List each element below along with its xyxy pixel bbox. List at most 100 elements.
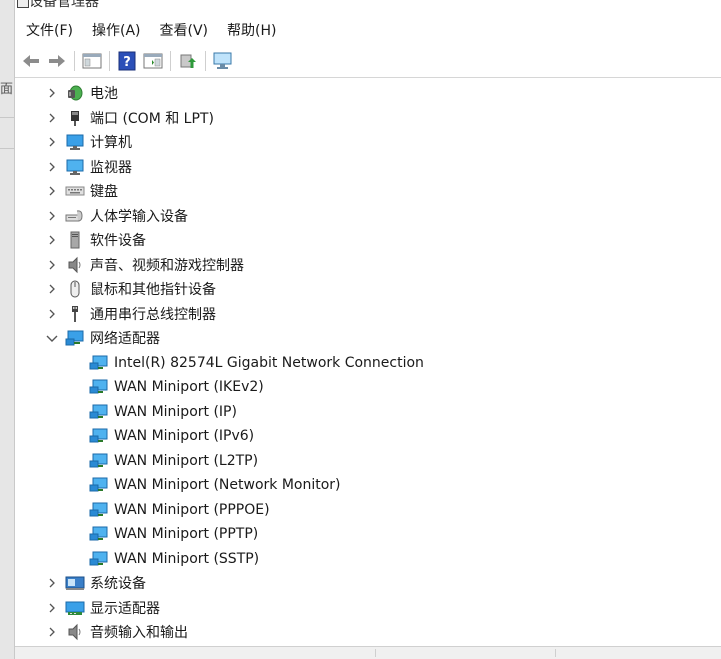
tree-category-label: 系统设备	[90, 576, 146, 593]
window-title: 设备管理器	[29, 0, 99, 10]
chevron-right-icon[interactable]	[45, 184, 59, 198]
menu-bar: 文件(F) 操作(A) 查看(V) 帮助(H)	[15, 16, 721, 43]
chevron-right-icon[interactable]	[45, 282, 59, 296]
chevron-right-icon[interactable]	[45, 233, 59, 247]
tree-device-item[interactable]: WAN Miniport (SSTP)	[15, 547, 721, 572]
tree-category-battery[interactable]: 电池	[15, 81, 721, 106]
device-tree: 电池端口 (COM 和 LPT) 计算机监视器键盘人体学输入设备 软件设备声音、视频…	[15, 81, 721, 644]
menu-action[interactable]: 操作(A)	[92, 20, 151, 40]
network-adapter-icon	[89, 550, 109, 568]
tree-category-label: 网络适配器	[90, 331, 160, 348]
menu-help[interactable]: 帮助(H)	[227, 20, 286, 40]
tree-device-label: WAN Miniport (L2TP)	[114, 452, 259, 469]
tree-device-item[interactable]: Intel(R) 82574L Gigabit Network Connecti…	[15, 351, 721, 376]
chevron-right-icon[interactable]	[45, 86, 59, 100]
tree-category-port[interactable]: 端口 (COM 和 LPT)	[15, 106, 721, 131]
tree-device-label: WAN Miniport (PPPOE)	[114, 501, 270, 518]
device-manager-window: 设备管理器 文件(F) 操作(A) 查看(V) 帮助(H) ? 电池 端口 (C…	[14, 0, 721, 659]
tree-category-label: 键盘	[90, 184, 118, 201]
tree-category-mouse[interactable]: 鼠标和其他指针设备	[15, 277, 721, 302]
tree-category-label: 人体学输入设备	[90, 208, 188, 225]
tree-device-item[interactable]: WAN Miniport (Network Monitor)	[15, 473, 721, 498]
computer-icon	[65, 133, 85, 151]
tree-device-item[interactable]: WAN Miniport (PPPOE)	[15, 498, 721, 523]
network-adapter-icon	[89, 403, 109, 421]
tree-device-item[interactable]: WAN Miniport (IPv6)	[15, 424, 721, 449]
tree-category-label: 鼠标和其他指针设备	[90, 282, 216, 299]
battery-icon	[65, 84, 85, 102]
monitor-scan-icon	[213, 52, 232, 69]
usb-icon	[65, 305, 85, 323]
tree-category-label: 端口 (COM 和 LPT)	[90, 110, 214, 127]
console-tree-button[interactable]	[142, 50, 164, 72]
network-adapter-icon	[89, 452, 109, 470]
tree-device-label: WAN Miniport (PPTP)	[114, 526, 259, 543]
tree-device-label: WAN Miniport (SSTP)	[114, 550, 260, 567]
console-tree-icon	[143, 53, 163, 69]
tree-category-label: 音频输入和输出	[90, 625, 188, 642]
tree-category-software-device[interactable]: 软件设备	[15, 228, 721, 253]
tree-category-speaker[interactable]: 声音、视频和游戏控制器	[15, 253, 721, 278]
tree-device-item[interactable]: WAN Miniport (IKEv2)	[15, 375, 721, 400]
network-adapter-icon	[89, 525, 109, 543]
chevron-right-icon[interactable]	[45, 601, 59, 615]
tree-category-system-device[interactable]: 系统设备	[15, 571, 721, 596]
tree-category-audio-io[interactable]: 音频输入和输出	[15, 620, 721, 644]
menu-view[interactable]: 查看(V)	[160, 20, 219, 40]
chevron-right-icon[interactable]	[45, 307, 59, 321]
status-bar	[15, 646, 721, 659]
forward-button[interactable]	[46, 50, 68, 72]
forward-arrow-icon	[49, 55, 65, 67]
tree-device-label: WAN Miniport (Network Monitor)	[114, 477, 341, 494]
background-window-strip: 面	[0, 0, 14, 659]
tree-category-monitor[interactable]: 监视器	[15, 155, 721, 180]
chevron-right-icon[interactable]	[45, 576, 59, 590]
audio-io-icon	[65, 623, 85, 641]
chevron-right-icon[interactable]	[45, 625, 59, 639]
network-adapter-icon	[65, 329, 85, 347]
network-adapter-icon	[89, 501, 109, 519]
help-icon: ?	[118, 51, 136, 71]
tree-category-keyboard[interactable]: 键盘	[15, 179, 721, 204]
menu-file[interactable]: 文件(F)	[26, 20, 83, 40]
tree-category-label: 软件设备	[90, 233, 146, 250]
svg-text:?: ?	[123, 55, 131, 70]
tree-device-label: WAN Miniport (IP)	[114, 403, 237, 420]
back-button[interactable]	[20, 50, 42, 72]
tree-device-label: Intel(R) 82574L Gigabit Network Connecti…	[114, 354, 424, 371]
scan-hardware-button[interactable]	[212, 50, 234, 72]
chevron-right-icon[interactable]	[45, 111, 59, 125]
tree-device-label: WAN Miniport (IPv6)	[114, 428, 255, 445]
tree-device-item[interactable]: WAN Miniport (PPTP)	[15, 522, 721, 547]
tree-category-hid[interactable]: 人体学输入设备	[15, 204, 721, 229]
properties-button[interactable]	[81, 50, 103, 72]
tree-device-item[interactable]: WAN Miniport (IP)	[15, 400, 721, 425]
chevron-right-icon[interactable]	[45, 258, 59, 272]
tree-category-label: 显示适配器	[90, 600, 160, 617]
keyboard-icon	[65, 182, 85, 200]
tree-category-computer[interactable]: 计算机	[15, 130, 721, 155]
update-driver-icon	[180, 54, 196, 68]
monitor-icon	[65, 158, 85, 176]
chevron-right-icon[interactable]	[45, 209, 59, 223]
tree-device-item[interactable]: WAN Miniport (L2TP)	[15, 449, 721, 474]
network-adapter-icon	[89, 476, 109, 494]
help-button[interactable]: ?	[116, 50, 138, 72]
chevron-right-icon[interactable]	[45, 160, 59, 174]
chevron-right-icon[interactable]	[45, 135, 59, 149]
tree-category-network-adapter[interactable]: 网络适配器	[15, 326, 721, 351]
tree-category-usb[interactable]: 通用串行总线控制器	[15, 302, 721, 327]
app-icon	[17, 0, 29, 8]
toolbar: ?	[15, 45, 721, 78]
properties-icon	[82, 53, 102, 69]
tree-category-label: 声音、视频和游戏控制器	[90, 257, 244, 274]
tree-category-display-adapter[interactable]: 显示适配器	[15, 596, 721, 621]
title-bar[interactable]: 设备管理器	[15, 0, 721, 16]
network-adapter-icon	[89, 427, 109, 445]
speaker-icon	[65, 256, 85, 274]
tree-category-label: 电池	[90, 86, 118, 103]
tree-category-label: 监视器	[90, 159, 132, 176]
software-device-icon	[65, 231, 85, 249]
chevron-down-icon[interactable]	[45, 331, 59, 345]
update-driver-button[interactable]	[177, 50, 199, 72]
